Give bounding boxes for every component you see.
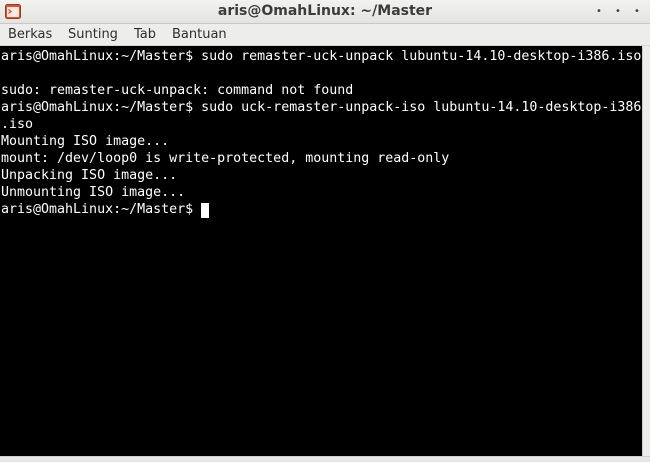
terminal-line: aris@OmahLinux:~/Master$ sudo remaster-u… bbox=[1, 49, 642, 64]
menu-bantuan[interactable]: Bantuan bbox=[172, 26, 227, 43]
text-cursor bbox=[201, 203, 209, 218]
window-title: aris@OmahLinux: ~/Master bbox=[217, 3, 433, 19]
menu-berkas[interactable]: Berkas bbox=[8, 26, 52, 43]
terminal-line: Unpacking ISO image... bbox=[1, 168, 178, 183]
menu-bar: Berkas Sunting Tab Bantuan bbox=[0, 24, 650, 46]
minimize-button[interactable]: • bbox=[593, 6, 605, 18]
maximize-button[interactable]: • bbox=[612, 6, 624, 18]
menu-tab[interactable]: Tab bbox=[134, 26, 156, 43]
terminal-line: sudo: remaster-uck-unpack: command not f… bbox=[1, 83, 354, 98]
menu-sunting[interactable]: Sunting bbox=[68, 26, 118, 43]
terminal-line: .iso bbox=[1, 117, 34, 132]
terminal-window: aris@OmahLinux: ~/Master • • • Berkas Su… bbox=[0, 0, 650, 462]
close-button[interactable]: • bbox=[631, 6, 643, 18]
terminal-output[interactable]: aris@OmahLinux:~/Master$ sudo remaster-u… bbox=[0, 46, 642, 456]
terminal-line: Mounting ISO image... bbox=[1, 134, 170, 149]
terminal-prompt-line: aris@OmahLinux:~/Master$ bbox=[1, 202, 202, 217]
vertical-scrollbar[interactable] bbox=[642, 46, 650, 456]
terminal-line: aris@OmahLinux:~/Master$ sudo uck-remast… bbox=[1, 100, 642, 115]
title-bar[interactable]: aris@OmahLinux: ~/Master • • • bbox=[0, 0, 650, 24]
terminal-line: Unmounting ISO image... bbox=[1, 185, 186, 200]
terminal-line: mount: /dev/loop0 is write-protected, mo… bbox=[1, 151, 450, 166]
window-bottom-border bbox=[0, 456, 650, 462]
